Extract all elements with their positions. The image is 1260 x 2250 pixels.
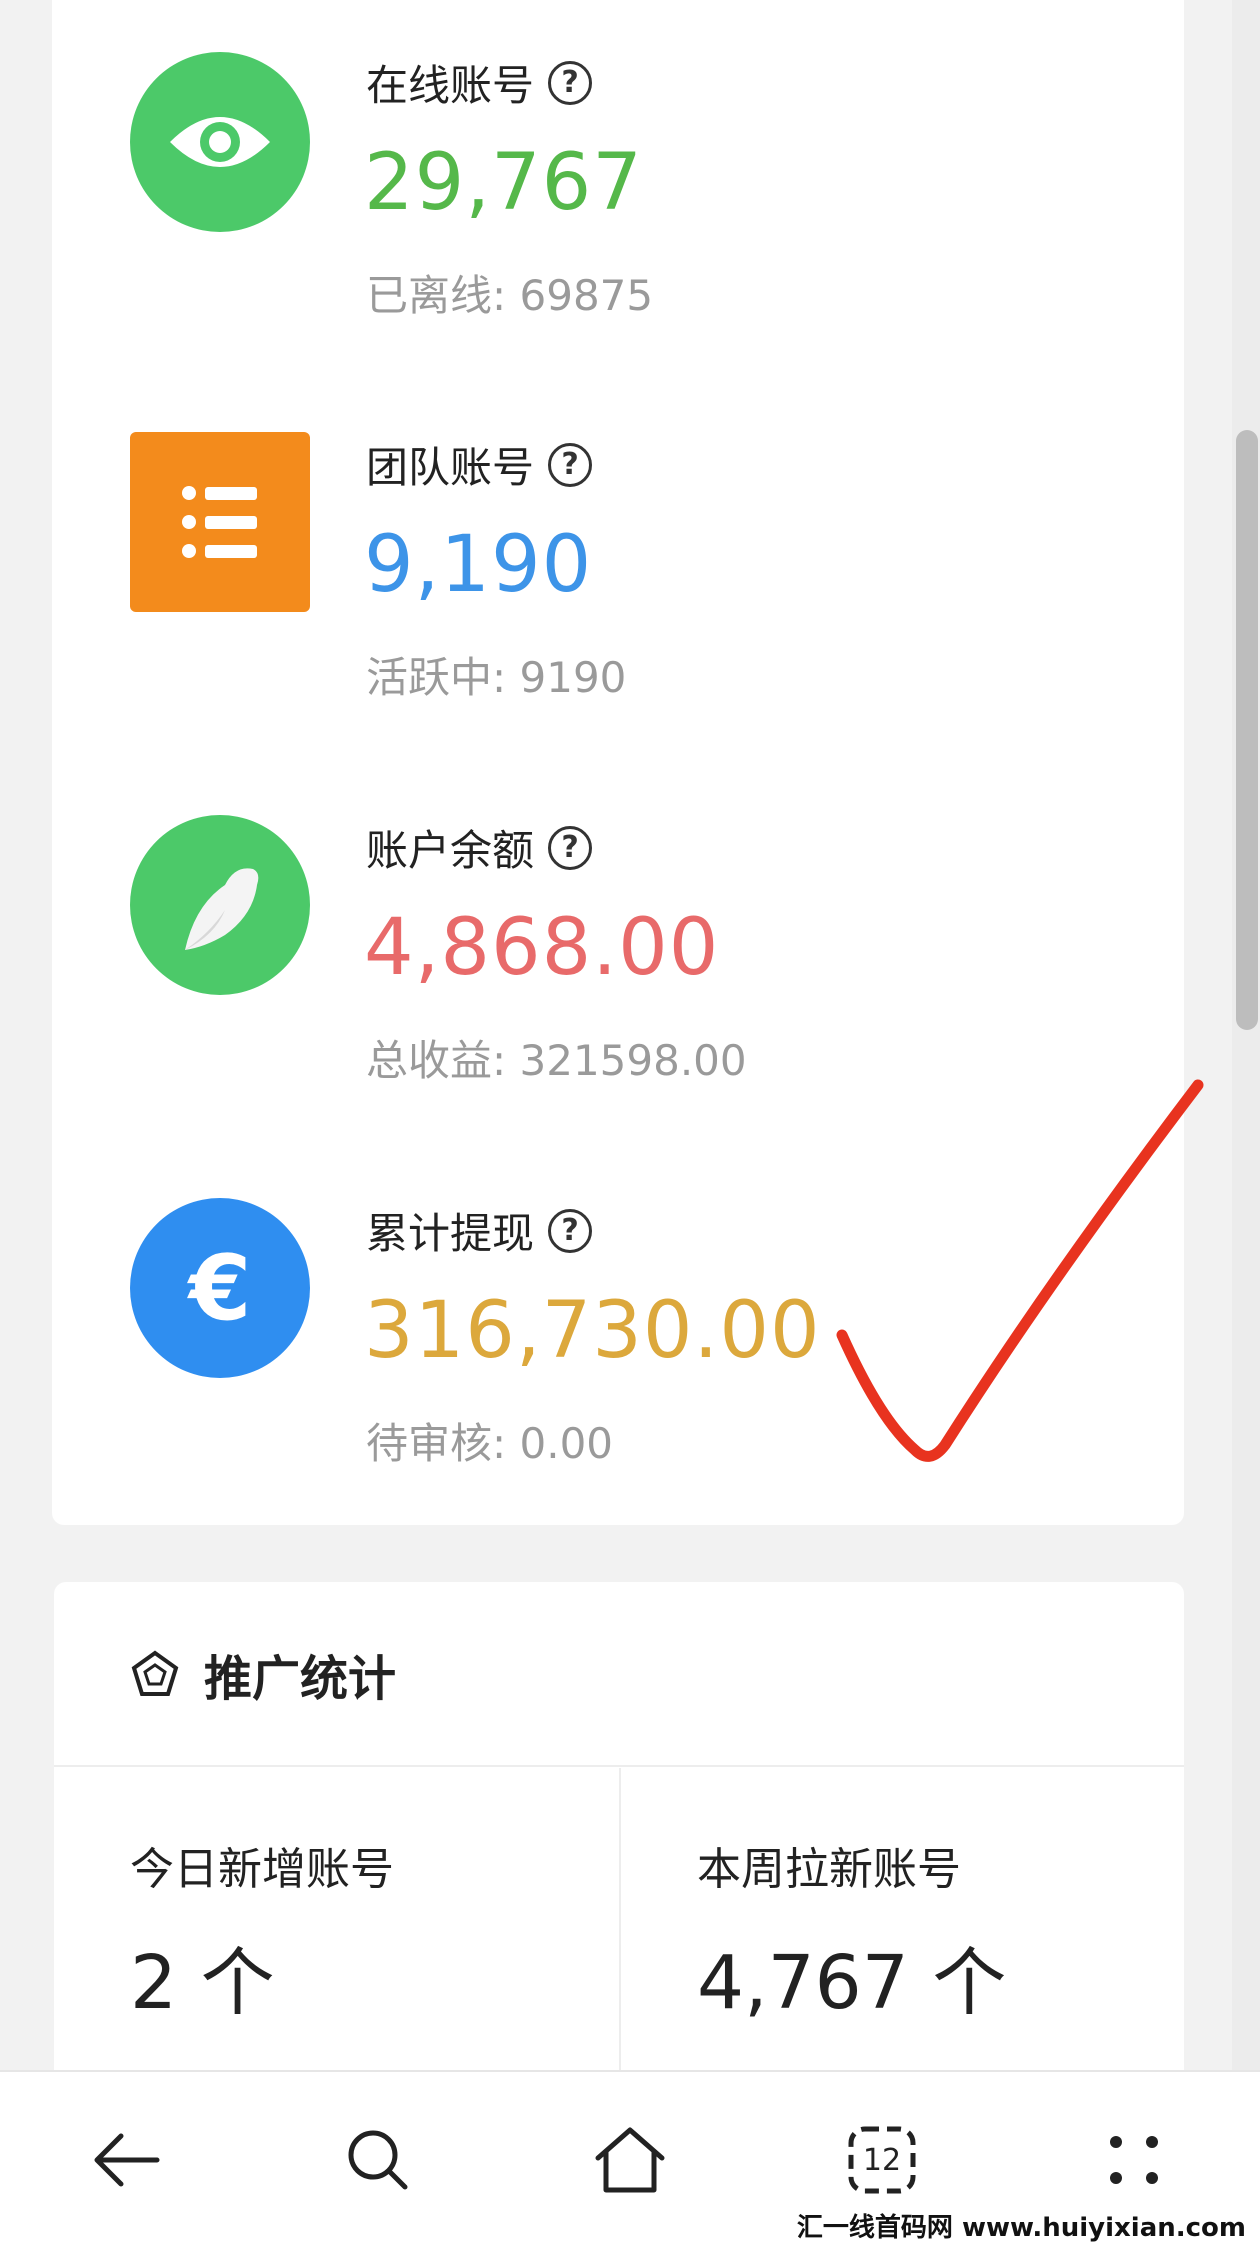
help-icon[interactable]: ? <box>548 60 593 105</box>
stat-label-text: 团队账号 <box>366 443 535 492</box>
tabs-icon: 12 <box>847 2125 917 2195</box>
site-watermark: 汇一线首码网 www.huiyixian.com <box>788 2205 1254 2246</box>
stat-value: 9,190 <box>364 520 593 610</box>
stat-subtext: 待审核: 0.00 <box>366 1419 614 1468</box>
week-new-value: 4,767 个 <box>697 1940 1007 2026</box>
more-button[interactable] <box>1094 2120 1174 2200</box>
tabs-count: 12 <box>862 2142 902 2178</box>
week-new-accounts: 本周拉新账号 4,767 个 <box>619 1768 1182 2078</box>
stat-label-text: 账户余额 <box>366 826 535 875</box>
stat-subtext: 活跃中: 9190 <box>366 653 627 702</box>
promo-stats-card: 推广统计 今日新增账号 2 个 本周拉新账号 4,767 个 <box>54 1582 1184 2078</box>
euro-icon: € <box>130 1198 310 1378</box>
euro-glyph: € <box>188 1235 252 1341</box>
today-new-label: 今日新增账号 <box>130 1844 394 1895</box>
stat-label: 在线账号 ? <box>366 52 593 113</box>
search-button[interactable] <box>338 2120 418 2200</box>
home-button[interactable] <box>590 2120 670 2200</box>
search-icon <box>348 2130 408 2190</box>
more-dots-icon <box>1110 2136 1158 2184</box>
bird-icon <box>130 815 310 995</box>
stat-label: 账户余额 ? <box>366 817 593 878</box>
stat-value: 4,868.00 <box>364 903 720 993</box>
tabs-button[interactable]: 12 <box>842 2120 922 2200</box>
stat-label: 团队账号 ? <box>366 434 593 495</box>
eye-icon <box>130 52 310 232</box>
promo-header: 推广统计 <box>54 1582 1184 1767</box>
stat-subtext: 总收益: 321598.00 <box>366 1036 747 1085</box>
stat-online-accounts: 在线账号 ? 29,767 已离线: 69875 <box>52 30 1184 350</box>
promo-title: 推广统计 <box>204 1650 397 1707</box>
help-icon[interactable]: ? <box>548 442 593 487</box>
today-new-accounts: 今日新增账号 2 个 <box>54 1768 617 2078</box>
stat-team-accounts: 团队账号 ? 9,190 活跃中: 9190 <box>52 412 1184 732</box>
browser-bottom-nav: 12 汇一线首码网 www.huiyixian.com <box>0 2070 1260 2250</box>
week-new-label: 本周拉新账号 <box>697 1844 961 1895</box>
scrollbar-track[interactable] <box>1232 0 1260 2070</box>
scrollbar-thumb[interactable] <box>1236 430 1258 1030</box>
stat-label: 累计提现 ? <box>366 1200 593 1261</box>
stat-value: 29,767 <box>364 138 643 228</box>
back-arrow-icon <box>94 2133 160 2187</box>
list-icon <box>130 432 310 612</box>
stat-label-text: 在线账号 <box>366 61 535 110</box>
today-new-value: 2 个 <box>130 1940 275 2026</box>
back-button[interactable] <box>86 2120 166 2200</box>
help-icon[interactable]: ? <box>548 825 593 870</box>
pentagon-radar-icon <box>131 1650 179 1696</box>
red-checkmark-annotation <box>836 1079 1204 1462</box>
stat-subtext: 已离线: 69875 <box>366 271 654 320</box>
home-icon <box>595 2127 665 2193</box>
stat-label-text: 累计提现 <box>366 1209 535 1258</box>
help-icon[interactable]: ? <box>548 1208 593 1253</box>
stat-value: 316,730.00 <box>364 1286 821 1376</box>
